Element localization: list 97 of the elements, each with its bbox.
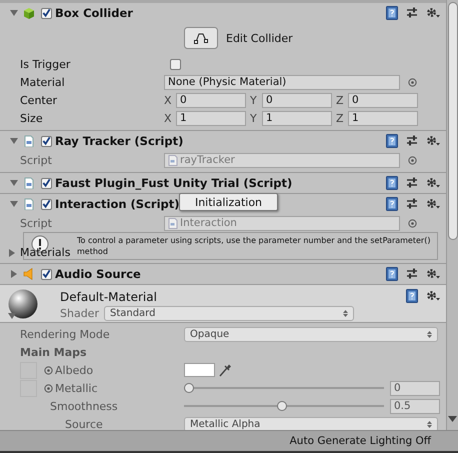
enable-checkbox[interactable] (41, 8, 52, 18)
dropdown[interactable]: Opaque (184, 326, 438, 342)
material-name: Default-Material (60, 289, 158, 305)
settings-icon[interactable] (426, 7, 440, 19)
script-file-icon (23, 198, 35, 210)
field-label: Source (65, 418, 103, 430)
component-title: Interaction (Script) (55, 197, 180, 211)
script-file-icon (168, 154, 178, 166)
help-book-icon[interactable] (406, 289, 418, 303)
axis-label: X (164, 112, 173, 124)
field-label: Albedo (55, 364, 94, 376)
enable-checkbox[interactable] (41, 178, 52, 188)
dropdown-value: Standard (110, 308, 156, 319)
component-title: Ray Tracker (Script) (55, 134, 184, 148)
enable-checkbox[interactable] (41, 198, 52, 210)
shader-label: Shader (60, 307, 99, 320)
axis-label: X (164, 94, 173, 106)
field-label: Center (19, 94, 58, 106)
object-field[interactable]: None (Physic Material) (164, 74, 400, 90)
foldout-arrow-icon[interactable] (8, 248, 16, 256)
enable-checkbox[interactable] (41, 268, 52, 280)
foldout-arrow-icon[interactable] (10, 9, 18, 17)
edit-collider-label: Edit Collider (226, 32, 293, 44)
material-sphere-icon (8, 289, 38, 319)
slider-thumb[interactable] (184, 383, 194, 393)
scrollbar-thumb[interactable] (448, 2, 458, 240)
object-picker-icon[interactable] (408, 156, 417, 164)
object-picker-icon[interactable] (408, 78, 417, 86)
preset-sliders-icon[interactable] (406, 177, 418, 189)
settings-icon[interactable] (426, 268, 440, 280)
cube-icon (23, 7, 35, 19)
dropdown-value: Opaque (190, 328, 230, 340)
component-title: Box Collider (55, 6, 133, 20)
script-file-icon (23, 135, 35, 147)
settings-icon[interactable] (426, 198, 440, 210)
foldout-arrow-icon[interactable] (10, 179, 18, 187)
component-title: Audio Source (55, 267, 141, 281)
updown-arrow-icon (342, 309, 348, 318)
settings-icon[interactable] (426, 177, 440, 189)
updown-arrow-icon (427, 420, 432, 428)
initialization-tooltip: Initialization (179, 193, 278, 211)
field-label: Size (19, 112, 44, 124)
object-picker-icon[interactable] (408, 218, 417, 228)
field-label: Rendering Mode (20, 328, 110, 340)
number-field[interactable]: 0.5 (390, 398, 440, 414)
number-field[interactable]: 0 (176, 92, 246, 108)
field-label: Metallic (55, 382, 98, 394)
section-heading: Main Maps (19, 346, 87, 358)
field-label: Is Trigger (19, 58, 72, 70)
help-book-icon[interactable] (386, 6, 398, 20)
foldout-arrow-icon[interactable] (10, 200, 18, 208)
edit-collider-button[interactable] (184, 27, 218, 49)
script-name: Interaction (180, 217, 237, 229)
dropdown[interactable]: Metallic Alpha (184, 416, 438, 430)
color-swatch[interactable] (184, 363, 215, 377)
preset-sliders-icon[interactable] (406, 268, 418, 280)
number-field[interactable]: 1 (348, 110, 418, 126)
foldout-arrow-icon[interactable] (10, 270, 18, 278)
field-label: Smoothness (50, 400, 118, 412)
help-book-icon[interactable] (386, 176, 398, 190)
axis-label: Z (336, 94, 345, 106)
updown-arrow-icon (427, 330, 432, 338)
foldout-label[interactable]: Materials (20, 246, 70, 259)
settings-icon[interactable] (426, 135, 440, 147)
settings-icon[interactable] (426, 290, 440, 302)
preset-sliders-icon[interactable] (406, 135, 418, 147)
number-field[interactable]: 0 (390, 380, 440, 396)
foldout-arrow-icon[interactable] (8, 312, 16, 320)
axis-label: Y (250, 112, 258, 124)
scroll-down-arrow-icon[interactable] (448, 416, 457, 422)
axis-label: Y (250, 94, 258, 106)
field-label: Script (19, 216, 53, 230)
eyedropper-icon[interactable] (219, 363, 231, 377)
enable-checkbox[interactable] (41, 136, 52, 146)
field-label: Material (19, 76, 66, 88)
preset-sliders-icon[interactable] (406, 7, 418, 19)
help-message: To control a parameter using scripts, use the parameter number and the setParameter() method (77, 235, 432, 257)
number-field[interactable]: 0 (348, 92, 418, 108)
dropdown-value: Metallic Alpha (190, 418, 260, 430)
number-field[interactable]: 1 (176, 110, 246, 126)
script-file-icon (23, 177, 35, 189)
dropdown[interactable]: Standard (104, 306, 354, 321)
status-text: Auto Generate Lighting Off (290, 435, 431, 447)
foldout-arrow-icon[interactable] (10, 137, 18, 145)
script-file-icon (168, 218, 178, 228)
help-book-icon[interactable] (386, 134, 398, 148)
number-field[interactable]: 0 (262, 92, 332, 108)
help-book-icon[interactable] (386, 267, 398, 281)
slider-thumb[interactable] (277, 401, 287, 411)
component-title: Faust Plugin_Fust Unity Trial (Script) (55, 176, 292, 190)
help-book-icon[interactable] (386, 197, 398, 211)
preset-sliders-icon[interactable] (406, 198, 418, 210)
field-label: Script (19, 154, 53, 166)
is-trigger-checkbox[interactable] (170, 58, 181, 70)
axis-label: Z (336, 112, 345, 124)
number-field[interactable]: 1 (262, 110, 332, 126)
speaker-icon (23, 268, 35, 280)
